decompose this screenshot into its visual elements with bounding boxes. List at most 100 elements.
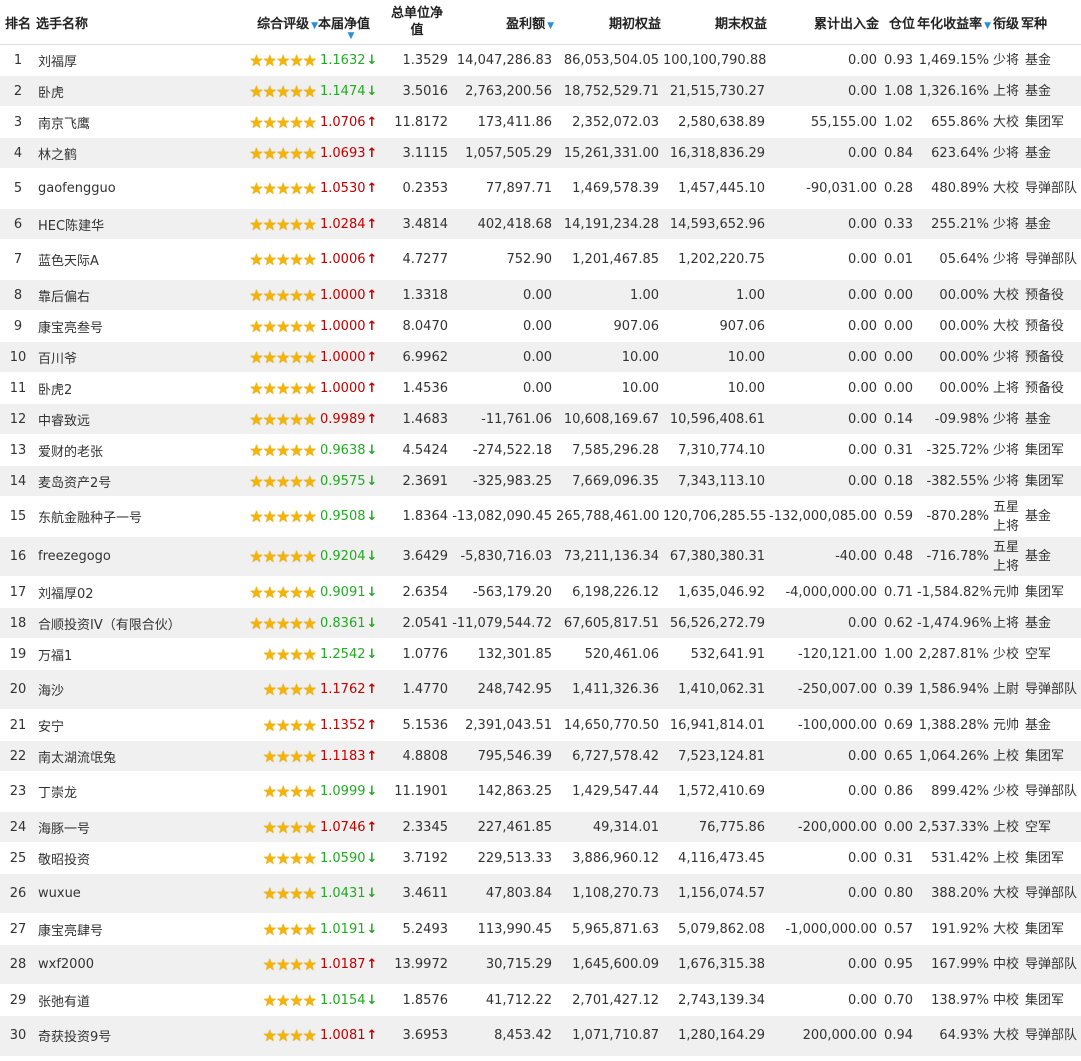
nav-cell: 1.0706↑ bbox=[318, 106, 384, 138]
star-icon: ★ bbox=[275, 179, 290, 198]
player-name-link[interactable]: 敬昭投资 bbox=[36, 842, 226, 874]
player-name-link[interactable]: 南京飞鹰 bbox=[36, 106, 226, 138]
player-name-link[interactable]: 合顺投资IV（有限合伙） bbox=[36, 607, 226, 639]
header-name[interactable]: 选手名称 bbox=[36, 0, 226, 45]
player-name-link[interactable]: 海沙 bbox=[36, 669, 226, 710]
annual-return-cell: 531.42% bbox=[915, 842, 991, 874]
table-row[interactable]: 7 蓝色天际A ★★★★★ 1.0006↑ 4.7277 752.90 1,201,467.… bbox=[0, 239, 1081, 280]
player-name-link[interactable]: gaofengguo bbox=[36, 168, 226, 209]
table-row[interactable]: 17 刘福厚02 ★★★★★ 0.9091↓ 2.6354 -563,179.20 6,19… bbox=[0, 576, 1081, 608]
table-row[interactable]: 3 南京飞鹰 ★★★★★ 1.0706↑ 11.8172 173,411.86 2,352,… bbox=[0, 106, 1081, 138]
total-nav-cell: 4.8808 bbox=[384, 740, 450, 772]
begin-equity-cell: 67,605,817.51 bbox=[554, 607, 661, 639]
player-name-link[interactable]: 丁崇龙 bbox=[36, 771, 226, 812]
table-row[interactable]: 20 海沙 ★★★★ 1.1762↑ 1.4770 248,742.95 1,411,326… bbox=[0, 669, 1081, 710]
cum-flow-cell: -120,121.00 bbox=[767, 638, 879, 670]
nav-cell: 0.9575↓ bbox=[318, 465, 384, 497]
table-row[interactable]: 14 麦岛资产2号 ★★★★★ 0.9575↓ 2.3691 -325,983.25 7,6… bbox=[0, 465, 1081, 497]
table-row[interactable]: 25 敬昭投资 ★★★★ 1.0590↓ 3.7192 229,513.33 3,886,9… bbox=[0, 842, 1081, 874]
table-row[interactable]: 4 林之鹤 ★★★★★ 1.0693↑ 3.1115 1,057,505.29 15,261… bbox=[0, 137, 1081, 169]
player-name-link[interactable]: 万福1 bbox=[36, 638, 226, 670]
sort-down-icon[interactable]: ▼ bbox=[547, 21, 554, 31]
table-row[interactable]: 26 wuxue ★★★★ 1.0431↓ 3.4611 47,803.84 1,108,2… bbox=[0, 873, 1081, 914]
player-name-link[interactable]: 卧虎 bbox=[36, 75, 226, 107]
player-name-link[interactable]: 奇获投资9号 bbox=[36, 1015, 226, 1056]
sort-down-icon[interactable]: ▼ bbox=[318, 31, 384, 41]
player-name-link[interactable]: 刘福厚02 bbox=[36, 576, 226, 608]
table-row[interactable]: 29 张弛有道 ★★★★ 1.0154↓ 1.8576 41,712.22 2,701,42… bbox=[0, 984, 1081, 1016]
table-row[interactable]: 9 康宝亮叁号 ★★★★★ 1.0000↑ 8.0470 0.00 907.06 907.06… bbox=[0, 310, 1081, 342]
header-position[interactable]: 仓位 bbox=[879, 0, 915, 45]
player-name-link[interactable]: freezegogo bbox=[36, 536, 226, 577]
star-icon: ★ bbox=[249, 179, 263, 198]
table-row[interactable]: 21 安宁 ★★★★ 1.1352↑ 5.1536 2,391,043.51 14,650,… bbox=[0, 709, 1081, 741]
table-row[interactable]: 16 freezegogo ★★★★★ 0.9204↓ 3.6429 -5,830,716… bbox=[0, 536, 1081, 577]
player-name-link[interactable]: 海豚一号 bbox=[36, 811, 226, 843]
player-name-link[interactable]: 爱财的老张 bbox=[36, 434, 226, 466]
header-rank-title[interactable]: 衔级 bbox=[991, 0, 1021, 45]
player-name-link[interactable]: wxf2000 bbox=[36, 944, 226, 985]
star-icon: ★ bbox=[289, 378, 303, 398]
table-row[interactable]: 12 中睿致远 ★★★★★ 0.9989↑ 1.4683 -11,761.06 10,608… bbox=[0, 403, 1081, 435]
rating-stars: ★★★★★ bbox=[226, 576, 318, 608]
header-annual-return[interactable]: 年化收益率 ▼ bbox=[915, 0, 991, 45]
player-name-link[interactable]: wuxue bbox=[36, 873, 226, 914]
star-icon: ★ bbox=[249, 409, 263, 429]
header-begin-equity[interactable]: 期初权益 bbox=[554, 0, 661, 45]
table-row[interactable]: 15 东航金融种子一号 ★★★★★ 0.9508↓ 1.8364 -13,082,090.… bbox=[0, 496, 1081, 537]
player-name-link[interactable]: 康宝亮肆号 bbox=[36, 913, 226, 945]
table-row[interactable]: 2 卧虎 ★★★★★ 1.1474↓ 3.5016 2,763,200.56 18,752,… bbox=[0, 75, 1081, 107]
player-name-link[interactable]: 东航金融种子一号 bbox=[36, 496, 226, 537]
star-icon: ★ bbox=[302, 817, 317, 837]
nav-cell: 1.0693↑ bbox=[318, 137, 384, 169]
table-row[interactable]: 19 万福1 ★★★★ 1.2542↓ 1.0776 132,301.85 520,461.… bbox=[0, 638, 1081, 670]
table-row[interactable]: 6 HEC陈建华 ★★★★★ 1.0284↑ 3.4814 402,418.68 14,19… bbox=[0, 208, 1081, 240]
sort-down-icon[interactable]: ▼ bbox=[311, 21, 318, 31]
arrow-down-icon: ↓ bbox=[366, 549, 378, 564]
total-nav-cell: 1.4683 bbox=[384, 403, 450, 435]
begin-equity-cell: 49,314.01 bbox=[554, 811, 661, 843]
table-row[interactable]: 30 奇获投资9号 ★★★★ 1.0081↑ 3.6953 8,453.42 1,071,7… bbox=[0, 1015, 1081, 1056]
table-row[interactable]: 5 gaofengguo ★★★★★ 1.0530↑ 0.2353 77,897.71 1,… bbox=[0, 168, 1081, 209]
header-rank[interactable]: 排名 bbox=[0, 0, 36, 45]
header-end-equity[interactable]: 期末权益 bbox=[661, 0, 767, 45]
table-row[interactable]: 18 合顺投资IV（有限合伙） ★★★★★ 0.8361↓ 2.0541 -11,079,… bbox=[0, 607, 1081, 639]
table-row[interactable]: 28 wxf2000 ★★★★ 1.0187↑ 13.9972 30,715.29 1,64… bbox=[0, 944, 1081, 985]
player-name-link[interactable]: 刘福厚 bbox=[36, 44, 226, 76]
table-row[interactable]: 24 海豚一号 ★★★★ 1.0746↑ 2.3345 227,461.85 49,314.… bbox=[0, 811, 1081, 843]
header-rating[interactable]: 综合评级 ▼ bbox=[226, 0, 318, 45]
player-name-link[interactable]: 南太湖流氓兔 bbox=[36, 740, 226, 772]
table-row[interactable]: 1 刘福厚 ★★★★★ 1.1632↓ 1.3529 14,047,286.83 86,05… bbox=[0, 44, 1081, 76]
nav-value: 1.0746 bbox=[320, 819, 366, 835]
table-row[interactable]: 27 康宝亮肆号 ★★★★ 1.0191↓ 5.2493 113,990.45 5,965,… bbox=[0, 913, 1081, 945]
table-row[interactable]: 11 卧虎2 ★★★★★ 1.0000↑ 1.4536 0.00 10.00 10.00 0.0… bbox=[0, 372, 1081, 404]
player-name-link[interactable]: 百川爷 bbox=[36, 341, 226, 373]
player-name-link[interactable]: 林之鹤 bbox=[36, 137, 226, 169]
player-name-link[interactable]: 张弛有道 bbox=[36, 984, 226, 1016]
position-cell: 0.95 bbox=[879, 944, 915, 985]
profit-cell: 8,453.42 bbox=[450, 1015, 554, 1056]
player-name-link[interactable]: 安宁 bbox=[36, 709, 226, 741]
player-name-link[interactable]: 靠后偏右 bbox=[36, 279, 226, 311]
sort-down-icon[interactable]: ▼ bbox=[984, 21, 991, 31]
table-row[interactable]: 10 百川爷 ★★★★★ 1.0000↑ 6.9962 0.00 10.00 10.00 0.0… bbox=[0, 341, 1081, 373]
rating-stars: ★★★★ bbox=[226, 669, 318, 710]
player-name-link[interactable]: 麦岛资产2号 bbox=[36, 465, 226, 497]
header-total-nav[interactable]: 总单位净值 bbox=[384, 0, 450, 45]
header-branch[interactable]: 军种 bbox=[1021, 0, 1081, 45]
player-name-link[interactable]: 卧虎2 bbox=[36, 372, 226, 404]
player-name-link[interactable]: HEC陈建华 bbox=[36, 208, 226, 240]
position-cell: 0.48 bbox=[879, 536, 915, 577]
table-row[interactable]: 23 丁崇龙 ★★★★ 1.0999↓ 11.1901 142,863.25 1,429,5… bbox=[0, 771, 1081, 812]
annual-return-cell: 167.99% bbox=[915, 944, 991, 985]
table-row[interactable]: 13 爱财的老张 ★★★★★ 0.9638↓ 4.5424 -274,522.18 7,58… bbox=[0, 434, 1081, 466]
profit-cell: -563,179.20 bbox=[450, 576, 554, 608]
table-row[interactable]: 22 南太湖流氓兔 ★★★★ 1.1183↑ 4.8808 795,546.39 6,727… bbox=[0, 740, 1081, 772]
player-name-link[interactable]: 康宝亮叁号 bbox=[36, 310, 226, 342]
player-name-link[interactable]: 蓝色天际A bbox=[36, 239, 226, 280]
header-nav[interactable]: 本届净值 ▼ bbox=[318, 0, 384, 45]
player-name-link[interactable]: 中睿致远 bbox=[36, 403, 226, 435]
table-row[interactable]: 8 靠后偏右 ★★★★★ 1.0000↑ 1.3318 0.00 1.00 1.00 0.00 0… bbox=[0, 279, 1081, 311]
header-cum-flow[interactable]: 累计出入金 bbox=[767, 0, 879, 45]
header-profit[interactable]: 盈利额 ▼ bbox=[450, 0, 554, 45]
